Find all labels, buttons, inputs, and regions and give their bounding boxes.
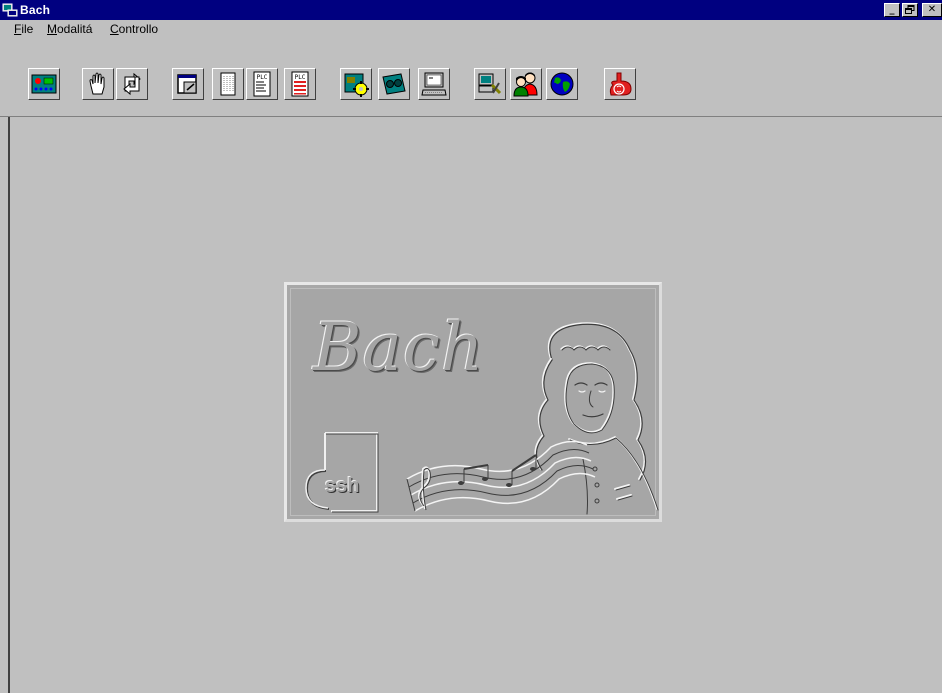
computer-tools-button[interactable] xyxy=(474,68,506,100)
menu-controllo-mnemonic: C xyxy=(110,22,119,36)
company-logo-emboss xyxy=(305,432,379,513)
globe-button[interactable] xyxy=(546,68,578,100)
window-edit-icon xyxy=(177,74,197,94)
computer-tools-icon xyxy=(478,73,502,95)
dotted-page-icon xyxy=(220,72,236,96)
close-icon: ✕ xyxy=(927,4,937,15)
terminal-icon xyxy=(421,72,447,96)
io-panel-button[interactable] xyxy=(28,68,60,100)
gear-machine-icon xyxy=(344,73,369,97)
menu-file[interactable]: File xyxy=(14,22,33,36)
app-icon[interactable] xyxy=(2,2,18,18)
title-bar: Bach _ ✕ xyxy=(0,0,942,20)
plc-red-label: PLC xyxy=(295,74,306,81)
tape-button[interactable] xyxy=(378,68,410,100)
minimize-button[interactable]: _ xyxy=(884,3,900,17)
menu-modalita-label: odalitá xyxy=(57,22,93,36)
close-button[interactable]: ✕ xyxy=(922,3,942,17)
menu-controllo-label: ontrollo xyxy=(118,22,159,36)
tape-icon xyxy=(382,73,406,95)
menu-modalita-mnemonic: M xyxy=(47,22,57,36)
page-button[interactable] xyxy=(212,68,244,100)
window-edit-button[interactable] xyxy=(172,68,204,100)
toolbar: PLC PLC xyxy=(0,38,942,117)
company-logo-icon xyxy=(609,72,632,96)
splash-panel: Bach ssh xyxy=(284,282,662,522)
io-panel-icon xyxy=(31,74,57,94)
menu-bar: File Modalitá Controllo xyxy=(0,20,942,38)
users-button[interactable] xyxy=(510,68,542,100)
plc-document-icon: PLC xyxy=(253,71,271,97)
cycle-button[interactable] xyxy=(116,68,148,100)
restore-button[interactable] xyxy=(902,3,918,17)
cycle-arrows-icon xyxy=(123,72,141,96)
window-title: Bach xyxy=(20,3,51,17)
plc-program-red-button[interactable]: PLC xyxy=(284,68,316,100)
restore-icon xyxy=(905,5,915,14)
plc-label: PLC xyxy=(257,74,268,81)
menu-modalita[interactable]: Modalitá xyxy=(47,22,92,36)
bach-portrait-emboss xyxy=(406,322,659,515)
machine-gear-button[interactable] xyxy=(340,68,372,100)
terminal-button[interactable] xyxy=(418,68,450,100)
menu-controllo[interactable]: Controllo xyxy=(110,22,158,36)
hand-icon xyxy=(89,72,105,95)
company-logo-button[interactable] xyxy=(604,68,636,100)
manual-button[interactable] xyxy=(82,68,114,100)
minimize-icon: _ xyxy=(889,4,895,15)
plc-document-red-icon: PLC xyxy=(291,71,309,97)
logo-text: ssh xyxy=(325,475,360,497)
plc-program-button[interactable]: PLC xyxy=(246,68,278,100)
users-icon xyxy=(513,72,538,97)
splash-inner: Bach ssh xyxy=(290,288,659,516)
globe-icon xyxy=(550,72,574,96)
menu-file-label: ile xyxy=(21,22,34,36)
